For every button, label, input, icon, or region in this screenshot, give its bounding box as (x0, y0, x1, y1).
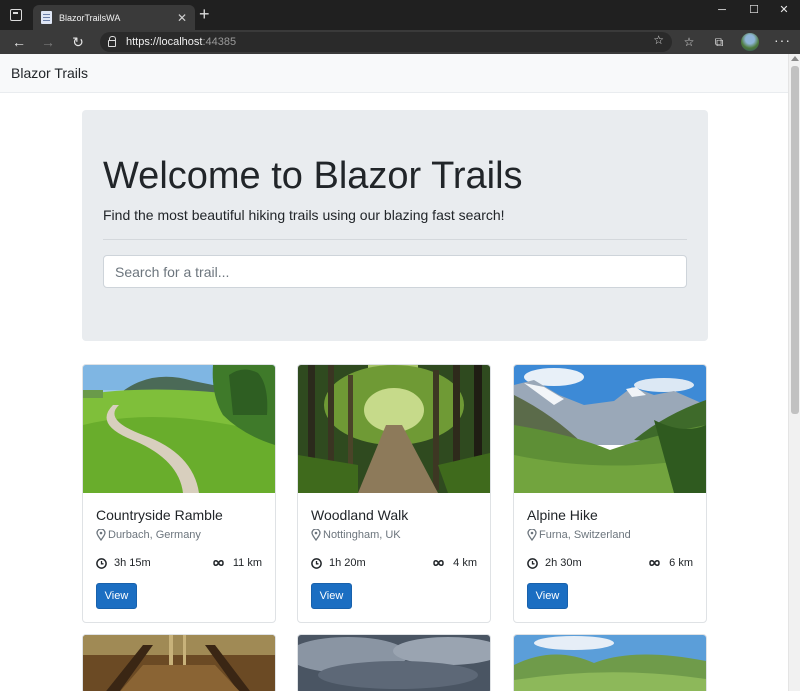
trail-stats: 2h 30m 6 km (527, 557, 693, 569)
hero-divider (103, 239, 687, 240)
trail-image-woodland (298, 365, 490, 493)
window-close-icon[interactable]: ✕ (766, 0, 800, 22)
tab-close-icon[interactable]: ✕ (177, 12, 187, 24)
trail-image-alpine (514, 365, 706, 493)
view-trail-button[interactable]: View (311, 583, 352, 609)
map-pin-icon (311, 529, 321, 541)
trail-card: Alpine Hike Furna, Switzerland 2h 30m 6 … (513, 364, 707, 623)
hero-jumbotron: Welcome to Blazor Trails Find the most b… (82, 110, 708, 341)
back-icon[interactable]: ← (9, 32, 29, 52)
trail-length-text: 6 km (669, 557, 693, 569)
scrollbar-thumb[interactable] (791, 66, 799, 414)
trail-time: 1h 20m (311, 557, 366, 569)
infinity-icon (213, 560, 224, 566)
browser-toolbar: ← → ↻ https://localhost:44385 ☆ ☆ ⧉ ··· (0, 30, 800, 54)
trail-search-input[interactable] (115, 263, 675, 280)
trail-name: Alpine Hike (527, 507, 598, 523)
profile-avatar[interactable] (741, 33, 759, 51)
map-pin-icon (527, 529, 537, 541)
hero-title: Welcome to Blazor Trails (103, 155, 523, 197)
trail-image-countryside (83, 365, 275, 493)
trail-location-text: Furna, Switzerland (539, 529, 631, 541)
trail-length-text: 4 km (453, 557, 477, 569)
trail-card-body: Countryside Ramble Durbach, Germany 3h 1… (83, 493, 275, 622)
page-viewport: Blazor Trails Welcome to Blazor Trails F… (0, 54, 800, 691)
hero-subtitle: Find the most beautiful hiking trails us… (103, 207, 505, 223)
trail-length: 6 km (649, 557, 693, 569)
trail-image-valley (514, 635, 706, 691)
new-tab-plus-icon[interactable]: + (199, 4, 210, 24)
trail-card: Countryside Ramble Durbach, Germany 3h 1… (82, 364, 276, 623)
clock-icon (96, 557, 107, 569)
trail-time-text: 3h 15m (114, 557, 151, 569)
collections-icon[interactable]: ⧉ (709, 32, 729, 52)
vertical-scrollbar[interactable] (788, 54, 800, 691)
trail-name: Woodland Walk (311, 507, 409, 523)
trail-location-text: Durbach, Germany (108, 529, 201, 541)
minimize-icon[interactable]: ─ (704, 0, 740, 22)
view-trail-button[interactable]: View (96, 583, 137, 609)
clock-icon (527, 557, 538, 569)
trail-length-text: 11 km (232, 557, 262, 569)
trail-card-partial (82, 634, 276, 691)
trail-image-bridge (83, 635, 275, 691)
address-bar[interactable]: https://localhost:44385 ☆ (100, 32, 672, 52)
trail-card-partial (513, 634, 707, 691)
window-icon[interactable] (10, 9, 22, 21)
trail-card-body: Woodland Walk Nottingham, UK 1h 20m 4 km (298, 493, 490, 622)
url-host: https://localhost (126, 36, 203, 48)
trail-time: 2h 30m (527, 557, 582, 569)
lock-icon[interactable] (108, 36, 116, 47)
navbar-brand[interactable]: Blazor Trails (11, 65, 88, 81)
trail-location: Furna, Switzerland (527, 529, 693, 541)
trail-location: Durbach, Germany (96, 529, 262, 541)
page-icon (41, 11, 52, 24)
trail-stats: 1h 20m 4 km (311, 557, 477, 569)
tab-title: BlazorTrailsWA (59, 12, 121, 23)
trail-location-text: Nottingham, UK (323, 529, 401, 541)
trail-card: Woodland Walk Nottingham, UK 1h 20m 4 km (297, 364, 491, 623)
view-trail-button[interactable]: View (527, 583, 568, 609)
more-icon[interactable]: ··· (774, 32, 791, 48)
add-favorite-star-icon[interactable]: ☆ (653, 33, 664, 47)
trail-length: 4 km (433, 557, 477, 569)
search-box[interactable] (103, 255, 687, 288)
trail-time-text: 2h 30m (545, 557, 582, 569)
trail-card-partial (297, 634, 491, 691)
browser-titlebar: BlazorTrailsWA ✕ + ─ ☐ ✕ (0, 0, 800, 30)
forward-icon[interactable]: → (38, 32, 58, 52)
refresh-icon[interactable]: ↻ (68, 32, 88, 52)
trail-stats: 3h 15m 11 km (96, 557, 262, 569)
clock-icon (311, 557, 322, 569)
favorites-icon[interactable]: ☆ (679, 32, 699, 52)
trail-time: 3h 15m (96, 557, 151, 569)
url-port: :44385 (202, 36, 237, 48)
trail-name: Countryside Ramble (96, 507, 223, 523)
trail-image-clouds (298, 635, 490, 691)
trail-card-body: Alpine Hike Furna, Switzerland 2h 30m 6 … (514, 493, 706, 622)
scroll-up-arrow-icon[interactable] (791, 56, 799, 61)
trail-location: Nottingham, UK (311, 529, 477, 541)
trail-length: 11 km (213, 557, 262, 569)
top-navbar: Blazor Trails (0, 54, 788, 93)
trail-time-text: 1h 20m (329, 557, 366, 569)
infinity-icon (433, 560, 444, 566)
map-pin-icon (96, 529, 106, 541)
browser-tab[interactable]: BlazorTrailsWA ✕ (33, 5, 195, 30)
infinity-icon (649, 560, 660, 566)
